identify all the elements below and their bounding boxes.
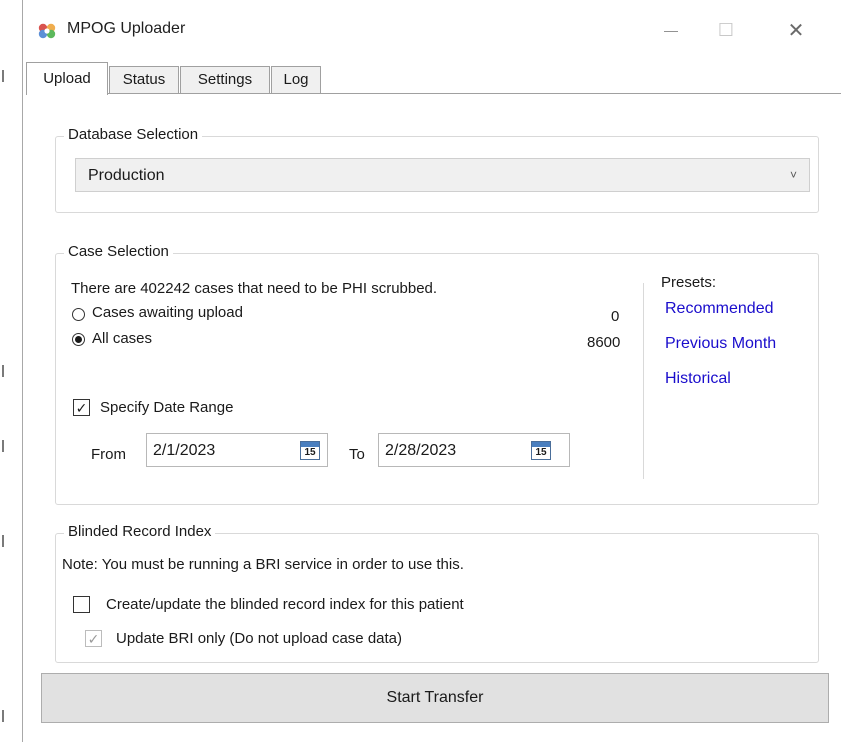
calendar-day-number: 15 xyxy=(535,447,547,458)
close-icon: ✕ xyxy=(787,19,805,42)
to-label: To xyxy=(349,446,365,463)
presets-label: Presets: xyxy=(661,274,717,291)
start-transfer-button[interactable]: Start Transfer xyxy=(41,673,829,723)
specify-date-range-label: Specify Date Range xyxy=(100,399,234,416)
tab-panel-border xyxy=(33,93,841,94)
checkmark-icon: ✓ xyxy=(87,630,100,647)
chevron-down-icon: ˅ xyxy=(789,168,797,182)
edge-mark xyxy=(2,70,4,82)
case-selection-title: Case Selection xyxy=(64,243,173,260)
edge-mark xyxy=(2,365,4,377)
preset-recommended-link[interactable]: Recommended xyxy=(665,300,774,318)
create-update-bri-label: Create/update the blinded record index f… xyxy=(106,596,464,613)
to-date-picker[interactable]: 2/28/2023 15 xyxy=(378,433,570,467)
app-logo-icon xyxy=(38,23,56,39)
all-cases-count: 8600 xyxy=(587,334,621,351)
scrub-summary-text: There are 402242 cases that need to be P… xyxy=(71,280,438,297)
title-bar[interactable]: MPOG Uploader — ☐ ✕ xyxy=(23,0,848,62)
database-select[interactable]: Production ˅ xyxy=(75,158,810,192)
bri-note: Note: You must be running a BRI service … xyxy=(62,556,464,573)
tab-settings[interactable]: Settings xyxy=(180,66,270,93)
database-select-value: Production xyxy=(88,167,165,184)
to-date-value: 2/28/2023 xyxy=(385,442,457,459)
checkmark-icon: ✓ xyxy=(75,399,88,416)
maximize-button[interactable]: ☐ xyxy=(703,10,749,50)
calendar-icon[interactable]: 15 xyxy=(300,441,320,460)
presets-divider xyxy=(643,283,644,479)
specify-date-range-checkbox[interactable]: ✓ xyxy=(73,399,90,416)
edge-mark xyxy=(2,440,4,452)
all-cases-label: All cases xyxy=(92,330,153,347)
tab-upload[interactable]: Upload xyxy=(26,62,108,95)
edge-mark xyxy=(2,710,4,722)
maximize-icon: ☐ xyxy=(717,19,735,40)
from-label: From xyxy=(91,446,126,463)
bri-group-title: Blinded Record Index xyxy=(64,523,216,540)
from-date-value: 2/1/2023 xyxy=(153,442,216,459)
update-bri-only-checkbox[interactable]: ✓ xyxy=(85,630,102,647)
edge-mark xyxy=(2,535,4,547)
minimize-icon: — xyxy=(664,22,678,38)
cases-awaiting-upload-count: 0 xyxy=(611,308,620,325)
radio-cases-awaiting-upload[interactable] xyxy=(72,308,85,321)
from-date-picker[interactable]: 2/1/2023 15 xyxy=(146,433,328,467)
preset-historical-link[interactable]: Historical xyxy=(665,370,731,388)
close-button[interactable]: ✕ xyxy=(773,10,819,50)
calendar-icon[interactable]: 15 xyxy=(531,441,551,460)
window-title: MPOG Uploader xyxy=(67,20,186,37)
preset-previous-month-link[interactable]: Previous Month xyxy=(665,335,776,353)
create-update-bri-checkbox[interactable] xyxy=(73,596,90,613)
tab-log[interactable]: Log xyxy=(271,66,321,93)
update-bri-only-label: Update BRI only (Do not upload case data… xyxy=(116,630,403,647)
cases-awaiting-upload-label: Cases awaiting upload xyxy=(92,304,243,321)
background-window-edge xyxy=(0,0,22,742)
radio-all-cases[interactable] xyxy=(72,333,85,346)
uploader-window: MPOG Uploader — ☐ ✕ Upload Status Settin… xyxy=(22,0,848,742)
minimize-button[interactable]: — xyxy=(648,10,694,50)
tab-status[interactable]: Status xyxy=(109,66,179,93)
calendar-day-number: 15 xyxy=(304,447,316,458)
database-selection-title: Database Selection xyxy=(64,126,203,143)
